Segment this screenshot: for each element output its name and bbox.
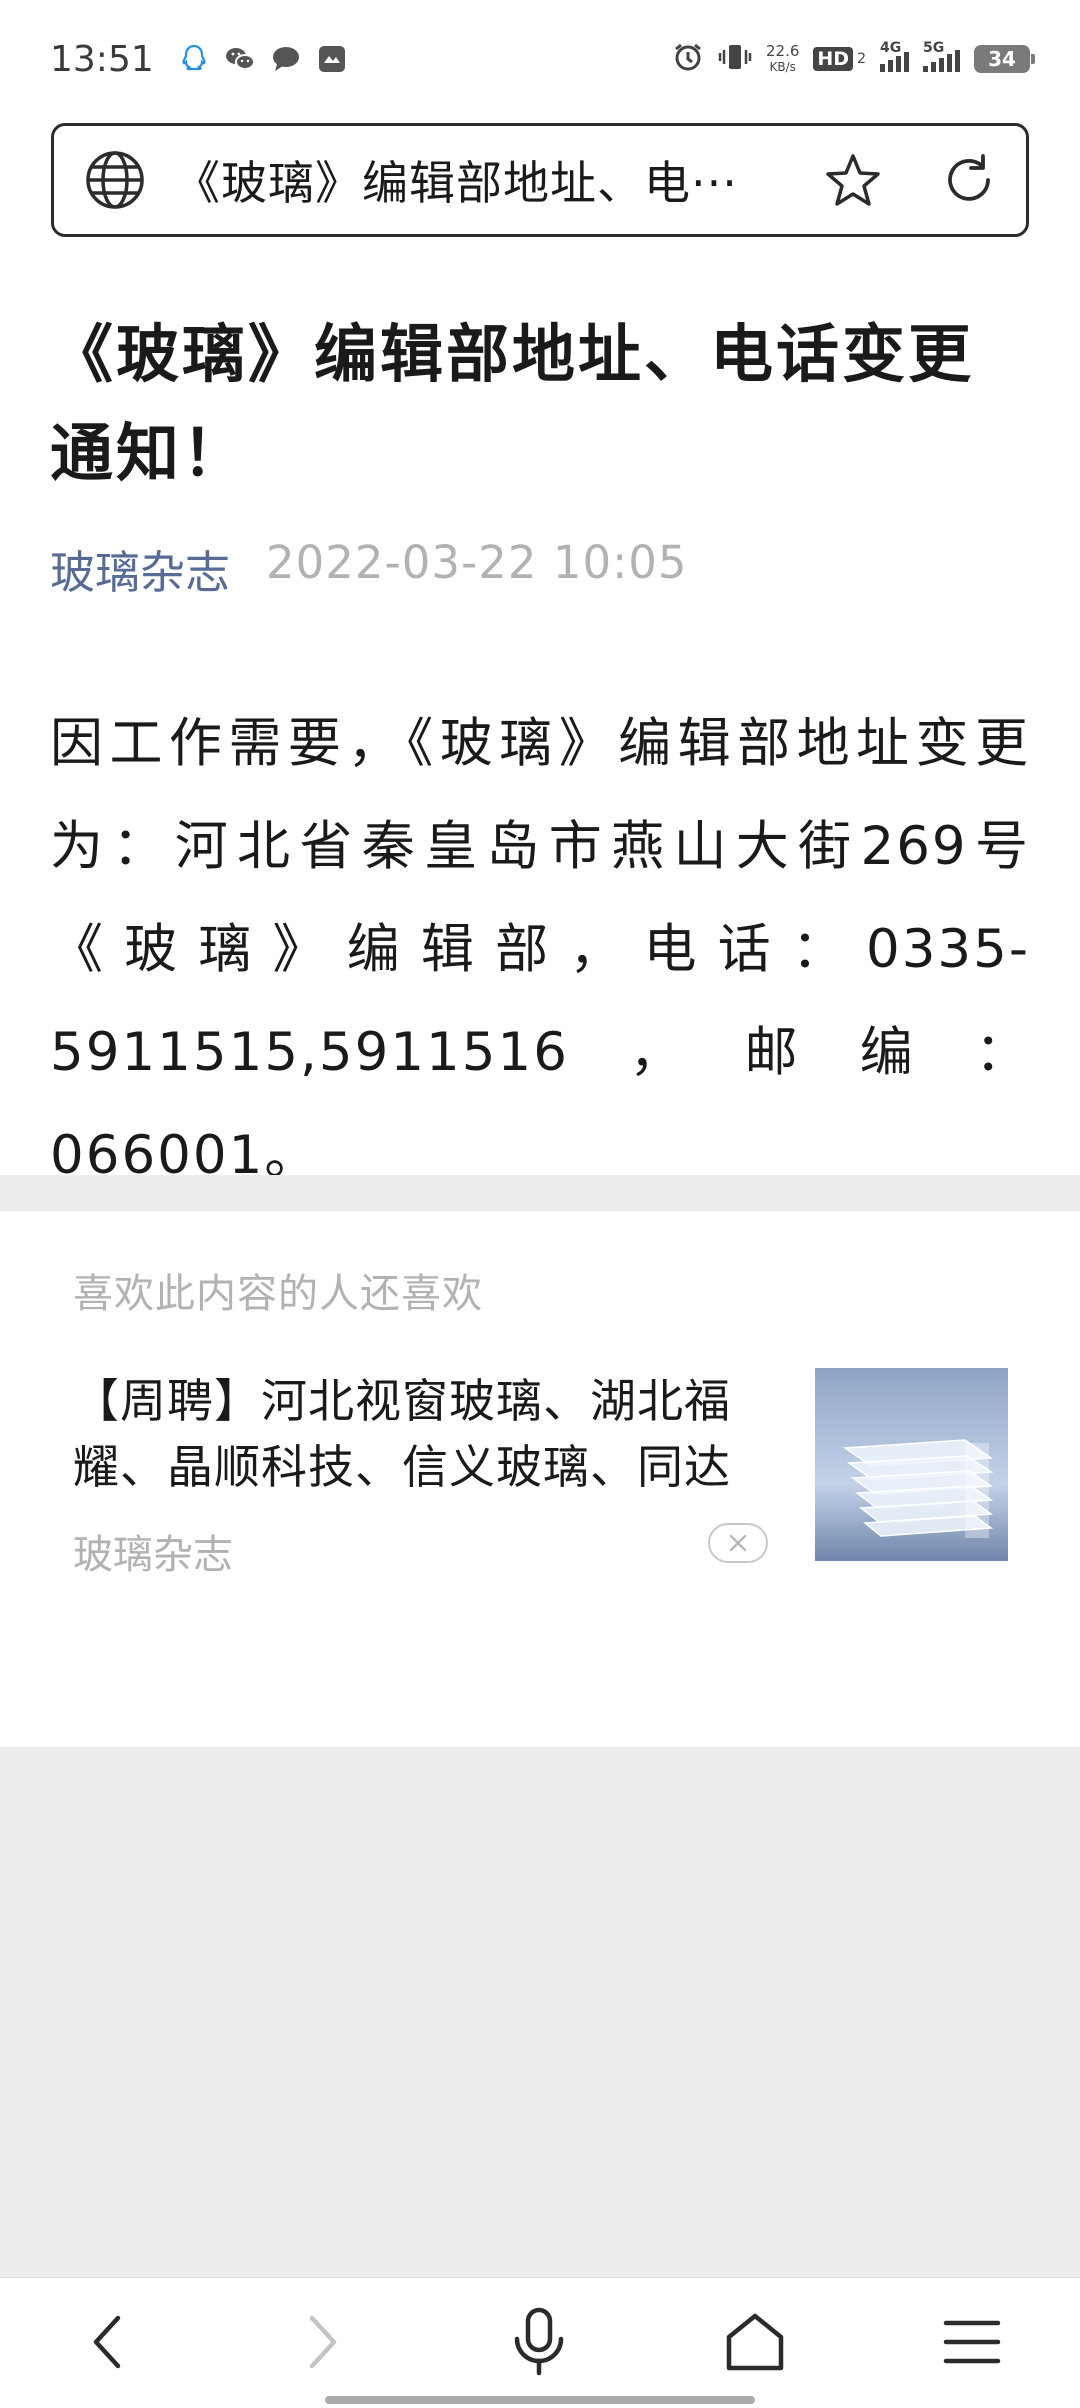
page: 13:51 22.6 KB/s HD 2 4G 5G 34 《玻璃》编辑部地址、… (0, 0, 1080, 2408)
article-meta: 玻璃杂志 2022-03-22 10:05 (50, 536, 688, 601)
sim1-label: 4G (880, 40, 902, 56)
net-speed-value: 22.6 (765, 42, 800, 60)
page-bottom-background (0, 1747, 1080, 2277)
address-bar[interactable]: 《玻璃》编辑部地址、电··· (51, 123, 1029, 237)
article-body: 因工作需要，《玻璃》编辑部地址变更为：河北省秦皇岛市燕山大街269号《玻璃》编辑… (50, 713, 1030, 1186)
system-status: 22.6 KB/s HD 2 4G 5G 34 (672, 40, 1035, 77)
article-date: 2022-03-22 10:05 (266, 536, 688, 589)
notification-icons (178, 43, 348, 75)
menu-button[interactable] (932, 2302, 1012, 2382)
dismiss-button[interactable] (708, 1523, 768, 1563)
back-icon (93, 2315, 121, 2369)
related-article-card[interactable]: 【周聘】河北视窗玻璃、湖北福耀、晶顺科技、信义玻璃、同达 玻璃杂志 (73, 1368, 1008, 1578)
vibrate-icon (718, 42, 752, 76)
related-article-thumbnail[interactable] (815, 1368, 1008, 1561)
wechat-icon (224, 43, 256, 75)
voice-button[interactable] (499, 2302, 579, 2382)
status-bar: 13:51 22.6 KB/s HD 2 4G 5G 34 (0, 0, 1080, 118)
star-icon[interactable] (824, 151, 882, 209)
hd-badge: HD (813, 47, 854, 71)
refresh-icon[interactable] (940, 151, 998, 209)
net-speed: 22.6 KB/s (766, 43, 799, 75)
sim2-label: 5G (923, 40, 945, 56)
related-article-source: 玻璃杂志 (73, 1532, 233, 1578)
glass-stack-image (815, 1368, 1008, 1561)
home-icon (726, 2313, 784, 2371)
related-heading: 喜欢此内容的人还喜欢 (73, 1271, 483, 1317)
article-source-link[interactable]: 玻璃杂志 (50, 536, 230, 601)
message-icon (270, 43, 302, 75)
home-indicator[interactable] (325, 2396, 755, 2404)
hd-sub: 2 (857, 51, 866, 67)
globe-icon[interactable] (84, 149, 146, 211)
back-button[interactable] (68, 2302, 148, 2382)
section-divider (0, 1175, 1080, 1211)
net-speed-unit: KB/s (769, 60, 796, 74)
signal-5g-icon: 5G (923, 40, 960, 72)
home-button[interactable] (715, 2302, 795, 2382)
bottom-toolbar (0, 2277, 1080, 2408)
qq-icon (178, 43, 210, 75)
close-icon (729, 1534, 747, 1552)
forward-button[interactable] (282, 2302, 362, 2382)
battery-indicator: 34 (974, 45, 1035, 73)
mail-icon (316, 43, 348, 75)
address-bar-actions (824, 151, 998, 209)
microphone-icon (514, 2307, 564, 2376)
forward-icon (309, 2315, 337, 2369)
related-section: 喜欢此内容的人还喜欢 【周聘】河北视窗玻璃、湖北福耀、晶顺科技、信义玻璃、同达 … (0, 1211, 1080, 1747)
alarm-icon (672, 41, 704, 77)
signal-4g-icon: 4G (880, 40, 909, 72)
menu-icon (943, 2320, 1001, 2364)
related-article-title[interactable]: 【周聘】河北视窗玻璃、湖北福耀、晶顺科技、信义玻璃、同达 (73, 1368, 773, 1500)
status-time: 13:51 (50, 38, 154, 80)
page-title-in-address-bar[interactable]: 《玻璃》编辑部地址、电··· (174, 147, 794, 213)
article-title: 《玻璃》编辑部地址、电话变更通知！ (50, 318, 974, 490)
